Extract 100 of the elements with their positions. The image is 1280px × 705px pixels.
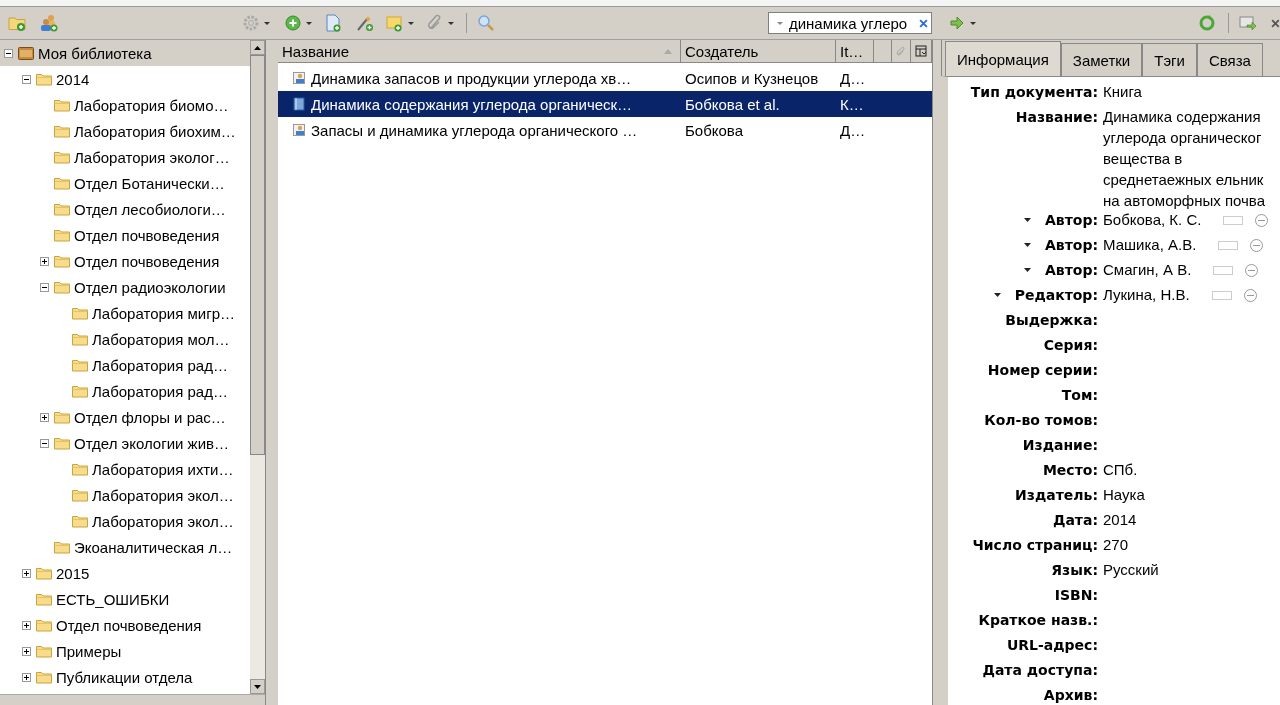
forward-button[interactable] <box>947 14 976 32</box>
item-row[interactable]: Динамика содержания углерода органическ… Бобкова et al. К… <box>278 91 932 117</box>
item-creator: Осипов и Кузнецов <box>684 69 820 87</box>
expand-icon[interactable] <box>22 646 31 656</box>
switch-field-mode-icon[interactable] <box>1218 241 1239 250</box>
new-document-icon[interactable] <box>324 14 343 32</box>
expand-icon[interactable] <box>22 620 31 630</box>
folder-icon <box>54 202 70 216</box>
remove-icon[interactable] <box>1243 289 1257 302</box>
remove-icon[interactable] <box>1245 264 1259 277</box>
collection-item[interactable]: Отдел почвоведения <box>0 248 250 274</box>
collection-item[interactable]: Лаборатория экол… <box>0 508 250 534</box>
collection-item[interactable]: Лаборатория мигр… <box>0 300 250 326</box>
collection-item[interactable]: Лаборатория экол… <box>0 482 250 508</box>
collection-item[interactable]: Отдел Ботанически… <box>0 170 250 196</box>
field-label: Выдержка: <box>1005 311 1098 329</box>
tab[interactable]: Информация <box>945 41 1061 76</box>
search-icon[interactable] <box>477 14 496 32</box>
collection-item[interactable]: Отдел экологии жив… <box>0 430 250 456</box>
collection-item[interactable]: Лаборатория биомо… <box>0 92 250 118</box>
new-group-icon[interactable] <box>40 14 58 32</box>
column-picker-icon <box>915 45 927 57</box>
field-value[interactable]: Наука <box>1103 484 1145 505</box>
close-icon[interactable] <box>1271 18 1280 28</box>
item-row[interactable]: Запасы и динамика углерода органического … Бобкова Д… <box>278 117 932 143</box>
clear-icon[interactable] <box>918 18 928 28</box>
collapse-icon[interactable] <box>22 74 31 84</box>
tab[interactable]: Связа <box>1196 43 1263 76</box>
search-field[interactable]: динамика углеро <box>767 12 932 34</box>
field-value[interactable]: Бобкова, К. С. <box>1103 209 1202 230</box>
collection-item[interactable]: Лаборатория рад… <box>0 352 250 378</box>
collection-item[interactable]: Отдел радиоэкологии <box>0 274 250 300</box>
folder-icon <box>54 98 70 112</box>
expand-icon[interactable] <box>22 672 31 682</box>
field-value[interactable]: Динамика содержания углерода органическог вещества в среднетаежных ельник на автоморфных почва <box>1103 106 1265 211</box>
folder-icon <box>54 410 70 424</box>
collapse-icon[interactable] <box>40 282 49 292</box>
collection-item[interactable]: 2014 <box>0 66 250 92</box>
tab[interactable]: Заметки <box>1060 43 1143 76</box>
collection-item[interactable]: Лаборатория ихти… <box>0 456 250 482</box>
field-value[interactable]: Книга <box>1103 81 1142 102</box>
collection-item[interactable]: Лаборатория рад… <box>0 378 250 404</box>
expand-icon[interactable] <box>22 568 31 578</box>
collection-item[interactable]: Отдел почвоведения <box>0 612 250 638</box>
folder-icon <box>72 332 88 346</box>
expand-icon[interactable] <box>40 256 49 266</box>
field-value[interactable]: СПб. <box>1103 459 1138 480</box>
dropdown-icon[interactable] <box>1023 268 1031 272</box>
dropdown-icon[interactable] <box>1023 243 1031 247</box>
collection-item[interactable]: 2015 <box>0 560 250 586</box>
collection-item[interactable]: Отдел лесобиологи… <box>0 196 250 222</box>
collection-item[interactable]: Отдел почвоведения <box>0 222 250 248</box>
collection-item[interactable]: Примеры <box>0 638 250 664</box>
attachment-button[interactable] <box>426 14 455 32</box>
collection-item[interactable]: Публикации отдела <box>0 664 250 690</box>
new-collection-icon[interactable] <box>8 14 26 32</box>
folder-icon <box>54 150 70 164</box>
remove-icon[interactable] <box>1250 239 1264 252</box>
column-header[interactable]: Создатель <box>681 40 836 62</box>
magic-wand-icon[interactable] <box>356 14 375 32</box>
field-label: Том: <box>1061 386 1098 404</box>
field-value[interactable]: Русский <box>1103 559 1159 580</box>
collection-item[interactable]: ЕСТЬ_ОШИБКИ <box>0 586 250 612</box>
switch-field-mode-icon[interactable] <box>1223 216 1244 225</box>
item-row[interactable]: Динамика запасов и продукции углерода хв… Осипов и Кузнецов Д… <box>278 65 932 91</box>
field-label: Тип документа: <box>970 83 1098 101</box>
dropdown-icon[interactable] <box>993 293 1001 297</box>
switch-field-mode-icon[interactable] <box>1211 291 1232 300</box>
field-value[interactable]: Лукина, Н.В. <box>1103 284 1190 305</box>
field-label: Язык: <box>1051 561 1098 579</box>
field-label: Серия: <box>1043 336 1098 354</box>
sync-icon[interactable] <box>1198 14 1217 32</box>
collection-item[interactable]: Отдел флоры и рас… <box>0 404 250 430</box>
new-note-button[interactable] <box>386 14 415 32</box>
new-item-button[interactable] <box>284 14 313 32</box>
collection-item[interactable]: Моя библиотека <box>0 40 250 66</box>
column-header[interactable]: Название <box>278 40 681 62</box>
expand-icon[interactable] <box>40 412 49 422</box>
field-value[interactable]: 270 <box>1103 534 1129 555</box>
field-value[interactable]: Смагин, А В. <box>1103 259 1192 280</box>
collapse-icon[interactable] <box>40 438 49 448</box>
actions-button[interactable] <box>242 14 271 32</box>
collection-item[interactable]: Лаборатория биохим… <box>0 118 250 144</box>
remove-icon[interactable] <box>1255 214 1269 227</box>
dropdown-icon[interactable] <box>1023 218 1031 222</box>
folder-icon <box>54 124 70 138</box>
collapse-icon[interactable] <box>4 48 13 58</box>
fullscreen-icon[interactable] <box>1239 14 1258 32</box>
collection-item[interactable]: Лаборатория эколог… <box>0 144 250 170</box>
switch-field-mode-icon[interactable] <box>1213 266 1234 275</box>
tab[interactable]: Тэги <box>1142 43 1197 76</box>
folder-icon <box>54 436 70 450</box>
scroll-thumb[interactable] <box>250 55 265 455</box>
collection-item[interactable]: Экоаналитическая л… <box>0 534 250 560</box>
scroll-up-button[interactable] <box>250 40 265 55</box>
scroll-down-button[interactable] <box>250 679 265 694</box>
field-value[interactable]: 2014 <box>1103 509 1137 530</box>
field-value[interactable]: Машика, А.В. <box>1103 234 1197 255</box>
collection-item[interactable]: Лаборатория мол… <box>0 326 250 352</box>
column-header[interactable]: It… <box>836 40 874 62</box>
